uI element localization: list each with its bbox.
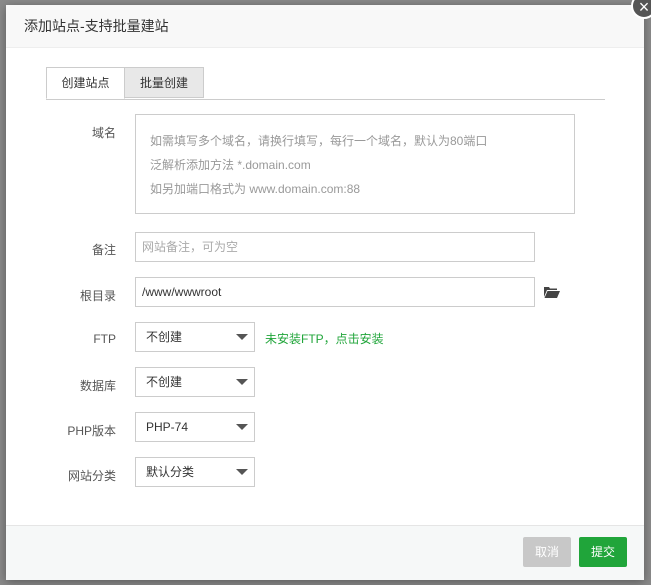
- dialog-title: 添加站点-支持批量建站: [6, 5, 644, 48]
- close-icon: ×: [638, 0, 650, 17]
- ftp-select[interactable]: 不创建: [135, 322, 255, 352]
- ftp-select-value: 不创建: [146, 330, 183, 344]
- dialog-footer: 取消 提交: [6, 525, 644, 580]
- database-select-value: 不创建: [146, 375, 183, 389]
- tab-batch-create[interactable]: 批量创建: [125, 67, 204, 98]
- category-label: 网站分类: [67, 469, 116, 483]
- tab-create-site[interactable]: 创建站点: [46, 67, 125, 99]
- remark-label: 备注: [91, 243, 116, 257]
- chevron-down-icon: [236, 424, 248, 430]
- root-dir-label: 根目录: [79, 289, 116, 303]
- domain-placeholder-line: 泛解析添加方法 *.domain.com: [150, 158, 311, 172]
- category-select[interactable]: 默认分类: [135, 457, 255, 487]
- folder-open-icon[interactable]: [544, 286, 560, 298]
- submit-button[interactable]: 提交: [579, 537, 627, 567]
- php-version-select[interactable]: PHP-74: [135, 412, 255, 442]
- ftp-label: FTP: [93, 332, 116, 346]
- install-ftp-link[interactable]: 未安装FTP，点击安装: [265, 330, 384, 347]
- domain-textarea[interactable]: 如需填写多个域名，请换行填写，每行一个域名，默认为80端口 泛解析添加方法 *.…: [135, 114, 575, 214]
- domain-label: 域名: [91, 126, 116, 140]
- domain-placeholder-line: 如需填写多个域名，请换行填写，每行一个域名，默认为80端口: [150, 134, 488, 148]
- database-label: 数据库: [79, 379, 116, 393]
- add-site-dialog: 添加站点-支持批量建站 × 创建站点 批量创建 域名 如需填写多个域名，请换行填…: [6, 0, 651, 580]
- root-dir-input[interactable]: /www/wwwroot: [135, 277, 535, 307]
- category-select-value: 默认分类: [146, 465, 195, 479]
- domain-placeholder-line: 如另加端口格式为 www.domain.com:88: [150, 182, 361, 196]
- cancel-button[interactable]: 取消: [523, 537, 571, 567]
- chevron-down-icon: [236, 379, 248, 385]
- remark-input[interactable]: 网站备注，可为空: [135, 232, 535, 262]
- chevron-down-icon: [236, 334, 248, 340]
- database-select[interactable]: 不创建: [135, 367, 255, 397]
- tab-bar: 创建站点 批量创建: [46, 67, 605, 100]
- php-version-label: PHP版本: [67, 424, 116, 438]
- php-version-select-value: PHP-74: [146, 420, 189, 434]
- chevron-down-icon: [236, 469, 248, 475]
